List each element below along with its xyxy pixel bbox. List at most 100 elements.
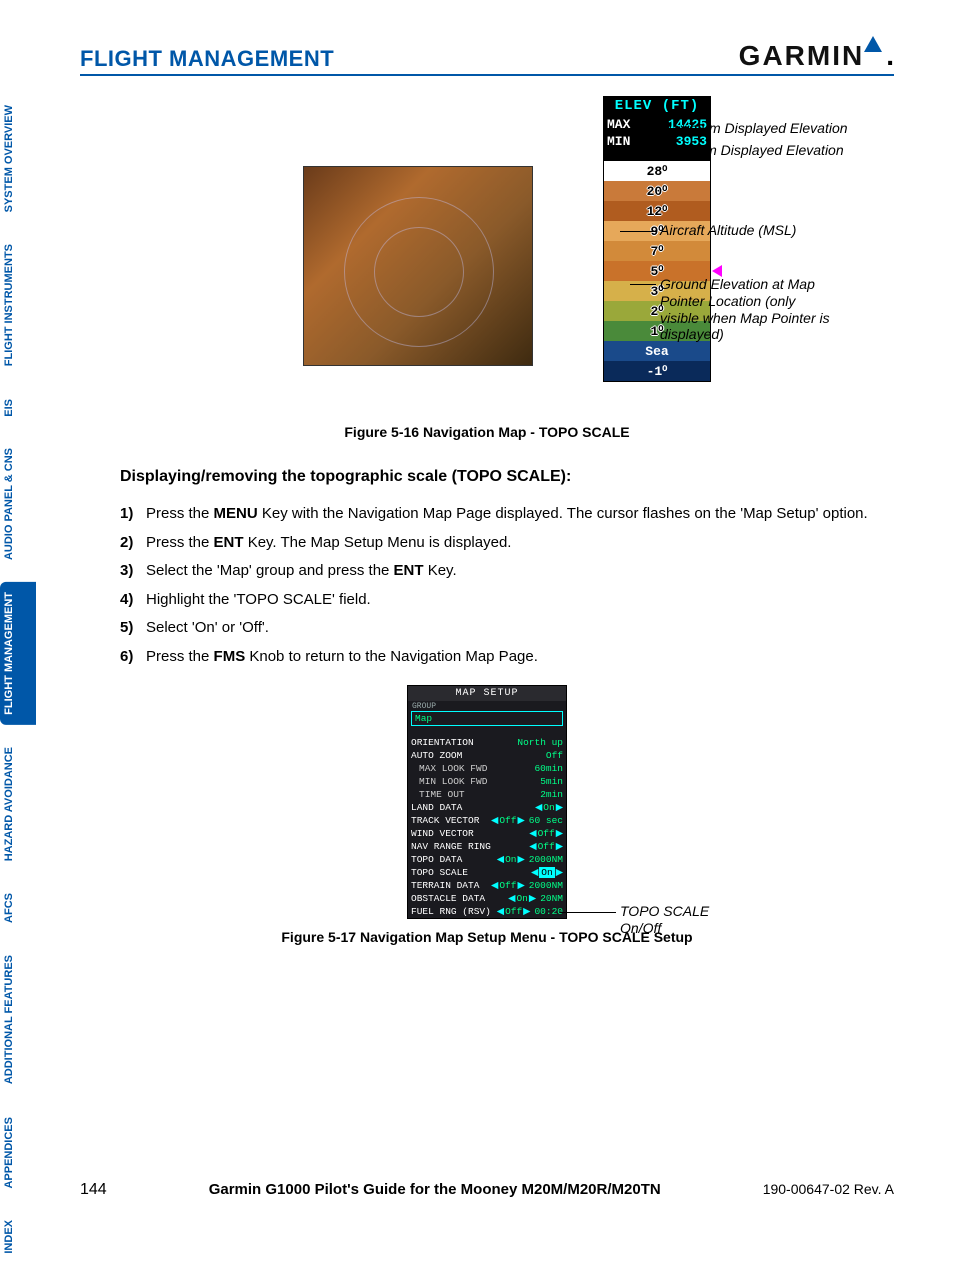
setup-row-value: On	[505, 854, 516, 865]
step-item: 4)Highlight the 'TOPO SCALE' field.	[120, 586, 894, 615]
setup-row: TRACK VECTOR◀Off▶60 sec	[408, 814, 566, 827]
setup-row-label: TIME OUT	[411, 789, 536, 800]
setup-row-label: MAX LOOK FWD	[411, 763, 530, 774]
map-thumbnail	[303, 166, 533, 366]
left-arrow-icon: ◀	[497, 906, 504, 917]
setup-row: TERRAIN DATA◀Off▶2000NM	[408, 879, 566, 892]
setup-row: TOPO SCALE◀On▶	[408, 866, 566, 879]
group-value: Map	[411, 711, 563, 726]
annot-topo-2: On/Off	[620, 920, 661, 936]
setup-row: LAND DATA◀On▶	[408, 801, 566, 814]
setup-row-value: On	[543, 802, 554, 813]
elevation-gradient: 28⁰20⁰12⁰9⁰7⁰5⁰3⁰2⁰1⁰Sea-1⁰	[603, 160, 711, 382]
setup-row: AUTO ZOOMOff	[408, 749, 566, 762]
setup-row-value2: 60min	[534, 763, 563, 774]
left-arrow-icon: ◀	[491, 815, 498, 826]
setup-row-label: TOPO DATA	[411, 854, 497, 865]
key-name: MENU	[214, 505, 258, 522]
setup-row-value2: 00:20	[534, 906, 563, 917]
right-arrow-icon: ▶	[523, 906, 530, 917]
figure-5-17: MAP SETUP GROUP Map ORIENTATIONNorth upA…	[80, 685, 894, 919]
annot-gnd-1: Ground Elevation at Map	[660, 276, 815, 292]
right-arrow-icon: ▶	[556, 802, 563, 813]
footer-rev: 190-00647-02 Rev. A	[763, 1181, 894, 1197]
setup-row-label: TERRAIN DATA	[411, 880, 491, 891]
elevation-band: 7⁰	[604, 241, 710, 261]
garmin-delta-icon	[864, 36, 882, 52]
right-arrow-icon: ▶	[517, 854, 524, 865]
procedure-heading: Displaying/removing the topographic scal…	[120, 468, 894, 486]
step-number: 6)	[120, 643, 146, 672]
right-arrow-icon: ▶	[556, 828, 563, 839]
section-title: FLIGHT MANAGEMENT	[80, 46, 334, 72]
lead-line	[620, 151, 656, 152]
page-number: 144	[80, 1181, 107, 1199]
elev-min-label: MIN	[607, 134, 630, 149]
annot-alt: Aircraft Altitude (MSL)	[660, 222, 796, 239]
elevation-band: 20⁰	[604, 181, 710, 201]
left-arrow-icon: ◀	[531, 867, 538, 878]
setup-row-value: Off	[538, 828, 555, 839]
lead-line	[560, 912, 616, 913]
elevation-band: Sea	[604, 341, 710, 361]
annot-max: Maximum Displayed Elevation	[660, 120, 848, 137]
setup-row-label: ORIENTATION	[411, 737, 517, 748]
logo-dot: .	[886, 40, 894, 72]
figure-5-16: Range of Displayed Elevations ELEV (FT) …	[120, 96, 894, 406]
key-name: ENT	[394, 562, 424, 579]
page-footer: 144 Garmin G1000 Pilot's Guide for the M…	[80, 1181, 894, 1199]
setup-row-label: MIN LOOK FWD	[411, 776, 536, 787]
annot-gnd-2: Pointer Location (only	[660, 293, 795, 309]
annot-min: Minimum Displayed Elevation	[660, 142, 844, 159]
page-header: FLIGHT MANAGEMENT GARMIN .	[80, 40, 894, 76]
step-number: 2)	[120, 529, 146, 558]
setup-row: WIND VECTOR◀Off▶	[408, 827, 566, 840]
group-label: GROUP	[408, 701, 566, 711]
right-arrow-icon: ▶	[517, 880, 524, 891]
lead-line	[620, 129, 656, 130]
right-arrow-icon: ▶	[529, 893, 536, 904]
setup-row-value: Off	[499, 815, 516, 826]
setup-row: MIN LOOK FWD 5min	[408, 775, 566, 788]
setup-row: MAX LOOK FWD 60min	[408, 762, 566, 775]
annot-topo-scale: TOPO SCALE On/Off	[620, 903, 709, 937]
logo-text: GARMIN	[739, 40, 865, 72]
setup-row-value: North up	[517, 737, 563, 748]
setup-row-value: Off	[538, 841, 555, 852]
elevation-band: 12⁰	[604, 201, 710, 221]
step-item: 3)Select the 'Map' group and press the E…	[120, 557, 894, 586]
step-item: 2)Press the ENT Key. The Map Setup Menu …	[120, 529, 894, 558]
setup-row-value: On	[539, 867, 554, 878]
map-setup-panel: MAP SETUP GROUP Map ORIENTATIONNorth upA…	[407, 685, 567, 919]
setup-row-value2: 5min	[540, 776, 563, 787]
setup-row-label: AUTO ZOOM	[411, 750, 546, 761]
footer-title: Garmin G1000 Pilot's Guide for the Moone…	[209, 1181, 661, 1198]
left-arrow-icon: ◀	[535, 802, 542, 813]
lead-line	[630, 284, 656, 285]
setup-row: OBSTACLE DATA◀On▶20NM	[408, 892, 566, 905]
setup-row-label: TRACK VECTOR	[411, 815, 491, 826]
setup-row: TOPO DATA◀On▶2000NM	[408, 853, 566, 866]
step-number: 5)	[120, 614, 146, 643]
left-arrow-icon: ◀	[497, 854, 504, 865]
setup-row-value2: 20NM	[540, 893, 563, 904]
step-number: 4)	[120, 586, 146, 615]
setup-row-value: Off	[546, 750, 563, 761]
elevation-band: -1⁰	[604, 361, 710, 381]
annot-gnd: Ground Elevation at Map Pointer Location…	[660, 276, 830, 343]
right-arrow-icon: ▶	[517, 815, 524, 826]
setup-row-label: FUEL RNG (RSV)	[411, 906, 497, 917]
setup-row-value2: 2min	[540, 789, 563, 800]
left-arrow-icon: ◀	[491, 880, 498, 891]
left-arrow-icon: ◀	[529, 841, 536, 852]
setup-rows: ORIENTATIONNorth upAUTO ZOOMOffMAX LOOK …	[408, 736, 566, 918]
step-number: 1)	[120, 500, 146, 529]
setup-row-label: WIND VECTOR	[411, 828, 529, 839]
elev-header: ELEV (FT)	[603, 96, 711, 116]
setup-row: TIME OUT 2min	[408, 788, 566, 801]
setup-row-value: On	[516, 893, 527, 904]
setup-row-value: Off	[505, 906, 522, 917]
garmin-logo: GARMIN .	[739, 40, 894, 72]
setup-row-label: OBSTACLE DATA	[411, 893, 508, 904]
key-name: ENT	[214, 534, 244, 551]
